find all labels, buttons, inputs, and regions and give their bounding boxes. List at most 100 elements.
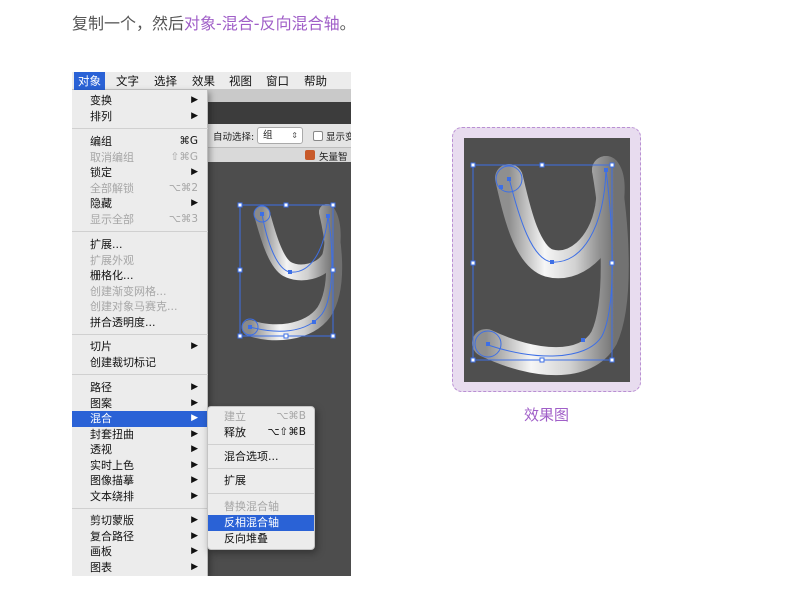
submenu-item-replace-spine[interactable]: 替换混合轴 (208, 499, 314, 515)
menu-item-graph[interactable]: 图表 ▶ (72, 560, 208, 576)
submenu-arrow-icon: ▶ (191, 110, 198, 121)
menu-item-transform[interactable]: 变换 ▶ (72, 93, 208, 109)
menu-item-image-trace[interactable]: 图像描摹 ▶ (72, 473, 208, 489)
submenu-item-reverse-front-to-back[interactable]: 反向堆叠 (208, 531, 314, 547)
menu-item-label: 扩展外观 (90, 253, 134, 267)
submenu-arrow-icon: ▶ (191, 530, 198, 541)
y-shape-result (472, 156, 629, 376)
submenu-item-release[interactable]: 释放 ⌥⇧⌘B (208, 425, 314, 441)
submenu-arrow-icon: ▶ (191, 444, 198, 454)
menu-item-text-wrap[interactable]: 文本绕排 ▶ (72, 489, 208, 505)
submenu-item-label: 扩展 (224, 474, 246, 487)
menu-item-label: 扩展... (90, 238, 123, 251)
menu-item-label: 路径 (90, 381, 112, 394)
submenu-arrow-icon: ▶ (191, 546, 198, 556)
result-caption: 效果图 (523, 406, 569, 424)
menu-item-label: 创建裁切标记 (90, 355, 156, 369)
menu-separator (208, 493, 314, 494)
menu-item-create-gradient-mesh[interactable]: 创建渐变网格... (72, 284, 208, 300)
submenu-item-shortcut: ⌥⌘B (276, 410, 306, 422)
control-bar: 自动选择: 组 ⇕ 显示变 (207, 124, 351, 148)
instruction-suffix: 。 (339, 14, 356, 33)
menu-item-label: 图表 (90, 560, 112, 574)
submenu-item-make[interactable]: 建立 ⌥⌘B (208, 409, 314, 425)
show-checkbox-label: 显示变 (326, 132, 351, 143)
menu-item-pattern[interactable]: 图案 ▶ (72, 396, 208, 412)
menu-item-compound-path[interactable]: 复合路径 ▶ (72, 529, 208, 545)
menu-item-label: 复合路径 (90, 529, 134, 543)
document-icon (305, 150, 315, 160)
menu-item-label: 混合 (90, 412, 112, 425)
menu-separator (208, 444, 314, 445)
menu-object[interactable]: 对象 (74, 72, 105, 90)
menu-item-flatten-transparency[interactable]: 拼合透明度... (72, 315, 208, 331)
menu-item-envelope-distort[interactable]: 封套扭曲 ▶ (72, 427, 208, 443)
menu-item-clipping-mask[interactable]: 剪切蒙版 ▶ (72, 513, 208, 529)
menu-help[interactable]: 帮助 (300, 72, 331, 90)
document-tab-label: 矢量智 (319, 152, 348, 163)
auto-select-dropdown[interactable]: 组 ⇕ (257, 127, 303, 144)
menu-item-artboards[interactable]: 画板 ▶ (72, 544, 208, 560)
menu-window[interactable]: 窗口 (262, 72, 293, 90)
menu-separator (72, 508, 208, 509)
menu-item-label: 文本绕排 (90, 489, 134, 503)
menu-item-label: 创建渐变网格... (90, 284, 167, 298)
menu-item-label: 图案 (90, 396, 112, 410)
blend-submenu: 建立 ⌥⌘B 释放 ⌥⇧⌘B 混合选项... 扩展 替换混合轴 反相混合轴 反向堆叠 (207, 406, 315, 550)
menu-item-label: 全部解锁 (90, 181, 134, 195)
menu-item-slice[interactable]: 切片 ▶ (72, 339, 208, 355)
menu-item-label: 创建对象马赛克... (90, 300, 178, 313)
menu-item-create-trim-marks[interactable]: 创建裁切标记 (72, 355, 208, 371)
menu-item-shortcut: ⇧⌘G (170, 150, 198, 163)
menu-separator (72, 374, 208, 375)
menu-item-show-all[interactable]: 显示全部 ⌥⌘3 (72, 212, 208, 228)
menu-item-perspective[interactable]: 透视 ▶ (72, 442, 208, 458)
menu-type[interactable]: 文字 (112, 72, 143, 90)
menu-item-rasterize[interactable]: 栅格化... (72, 268, 208, 284)
submenu-item-label: 反相混合轴 (224, 516, 279, 529)
menu-item-label: 栅格化... (90, 269, 134, 282)
menu-view[interactable]: 视图 (225, 72, 256, 90)
submenu-arrow-icon: ▶ (191, 428, 198, 439)
result-canvas (464, 138, 630, 382)
menu-item-label: 剪切蒙版 (90, 514, 134, 527)
menu-item-label: 取消编组 (90, 150, 134, 164)
submenu-item-expand[interactable]: 扩展 (208, 473, 314, 489)
menu-bar: 对象 文字 选择 效果 视图 窗口 帮助 (72, 72, 351, 90)
menu-item-label: 锁定 (90, 166, 112, 179)
menu-item-create-object-mosaic[interactable]: 创建对象马赛克... (72, 299, 208, 315)
submenu-item-blend-options[interactable]: 混合选项... (208, 449, 314, 465)
submenu-arrow-icon: ▶ (191, 167, 198, 177)
submenu-arrow-icon: ▶ (191, 382, 198, 392)
menu-separator (72, 334, 208, 335)
menu-item-label: 拼合透明度... (90, 315, 156, 329)
menu-item-arrange[interactable]: 排列 ▶ (72, 109, 208, 125)
submenu-arrow-icon: ▶ (191, 561, 198, 572)
menu-item-blend[interactable]: 混合 ▶ (72, 411, 208, 427)
menu-item-group[interactable]: 编组 ⌘G (72, 134, 208, 150)
chevron-updown-icon: ⇕ (291, 131, 298, 140)
document-tab[interactable]: 矢量智 (207, 148, 351, 163)
submenu-arrow-icon: ▶ (191, 95, 198, 105)
menu-item-label: 透视 (90, 443, 112, 456)
submenu-arrow-icon: ▶ (191, 475, 198, 485)
menu-item-ungroup[interactable]: 取消编组 ⇧⌘G (72, 150, 208, 166)
menu-effect[interactable]: 效果 (188, 72, 219, 90)
menu-item-shortcut: ⌥⌘3 (168, 212, 198, 225)
show-checkbox[interactable] (313, 131, 323, 141)
submenu-arrow-icon: ▶ (191, 341, 198, 351)
submenu-item-reverse-spine[interactable]: 反相混合轴 (208, 515, 314, 531)
menu-item-expand-appearance[interactable]: 扩展外观 (72, 253, 208, 269)
menu-separator (208, 468, 314, 469)
menu-item-path[interactable]: 路径 ▶ (72, 380, 208, 396)
menu-item-hide[interactable]: 隐藏 ▶ (72, 196, 208, 212)
submenu-arrow-icon: ▶ (191, 515, 198, 525)
app-dark-bar (207, 102, 351, 124)
menu-item-label: 隐藏 (90, 197, 112, 210)
auto-select-value: 组 (263, 130, 273, 141)
menu-item-live-paint[interactable]: 实时上色 ▶ (72, 458, 208, 474)
menu-item-unlock-all[interactable]: 全部解锁 ⌥⌘2 (72, 181, 208, 197)
menu-item-lock[interactable]: 锁定 ▶ (72, 165, 208, 181)
menu-item-expand[interactable]: 扩展... (72, 237, 208, 253)
menu-select[interactable]: 选择 (150, 72, 181, 90)
